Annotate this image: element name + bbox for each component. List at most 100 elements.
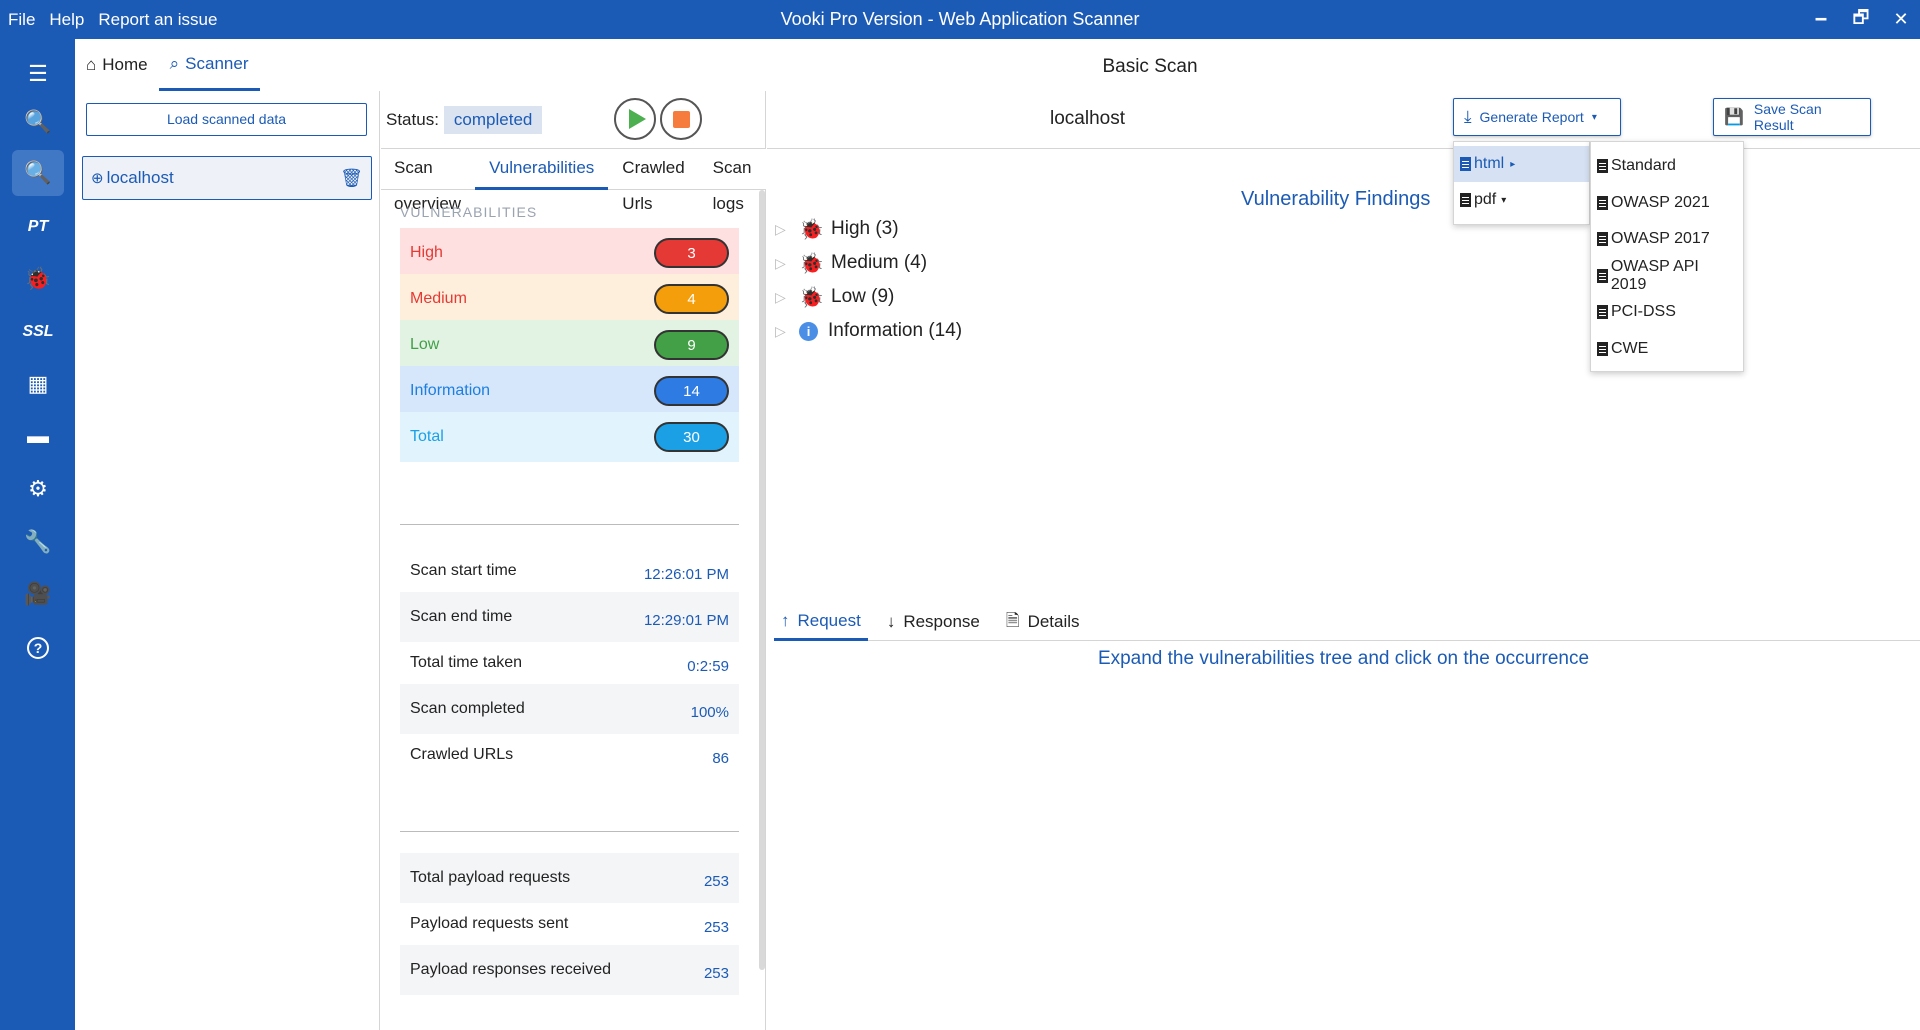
scan-tabs: Scan overview Vulnerabilities Crawled Ur…: [381, 150, 766, 213]
tab-scan-overview[interactable]: Scan overview: [381, 150, 475, 213]
vulnerabilities-header: VULNERABILITIES: [400, 204, 538, 220]
scan-list-panel: Load scanned data ⊕ localhost 🗑: [75, 91, 380, 1030]
format-pdf[interactable]: pdf ▾: [1454, 182, 1589, 218]
play-icon: [628, 109, 646, 129]
caret-down-icon: ▾: [1591, 111, 1597, 123]
report-type-item[interactable]: Standard: [1591, 148, 1743, 185]
divider: [400, 831, 739, 832]
window-title: Vooki Pro Version - Web Application Scan…: [780, 9, 1140, 29]
video-icon[interactable]: 🎥: [12, 571, 64, 617]
severity-count-badge: 9: [654, 330, 729, 360]
stat-row: Total time taken 0:2:59: [400, 638, 739, 688]
report-type-item[interactable]: CWE: [1591, 331, 1743, 368]
payload-value: 253: [703, 872, 729, 890]
file-icon: [1597, 305, 1608, 320]
severity-row-low[interactable]: Low 9: [400, 320, 739, 370]
restore-icon[interactable]: 🗗: [1848, 5, 1874, 35]
bug-icon[interactable]: 🐞: [12, 256, 64, 302]
hint-text: Expand the vulnerabilities tree and clic…: [1097, 648, 1590, 669]
report-type-label: OWASP 2017: [1611, 230, 1710, 248]
play-button[interactable]: [614, 98, 656, 140]
menu-help[interactable]: Help: [49, 10, 84, 30]
menu-report-issue[interactable]: Report an issue: [98, 10, 217, 30]
caret-right-icon: ▸: [1510, 158, 1516, 170]
tree-node-medium[interactable]: ▷ 🐞 Medium (4): [775, 248, 927, 278]
search-icon[interactable]: 🔍: [12, 150, 64, 196]
severity-row-high[interactable]: High 3: [400, 228, 739, 278]
tab-crawled-urls[interactable]: Crawled Urls: [608, 150, 698, 213]
report-type-item[interactable]: OWASP 2017: [1591, 221, 1743, 258]
severity-row-total[interactable]: Total 30: [400, 412, 739, 462]
severity-label: Information: [410, 382, 491, 399]
tree-node-information[interactable]: ▷ i Information (14): [775, 316, 962, 346]
wrench-icon[interactable]: 🔧: [12, 519, 64, 565]
stat-label: Scan completed: [410, 700, 525, 717]
payload-label: Payload requests sent: [410, 915, 569, 932]
format-html-label: html: [1474, 155, 1505, 172]
window-controls: 🗕 🗗 ✕: [1808, 0, 1914, 39]
tree-node-label: High (3): [831, 218, 899, 239]
host-list-item[interactable]: ⊕ localhost 🗑: [82, 156, 372, 200]
report-type-label: Standard: [1611, 157, 1676, 175]
stop-icon: [672, 110, 690, 128]
severity-label: Low: [410, 336, 440, 353]
pt-icon[interactable]: PT: [12, 204, 64, 250]
save-scan-result-label: Save Scan Result: [1753, 101, 1822, 133]
host-label: localhost: [106, 168, 174, 187]
close-icon[interactable]: ✕: [1888, 9, 1914, 30]
generate-report-button[interactable]: ⤓ Generate Report ▾: [1453, 98, 1621, 136]
severity-row-medium[interactable]: Medium 4: [400, 274, 739, 324]
menu-icon[interactable]: ☰: [12, 51, 64, 97]
card-icon[interactable]: ▬: [12, 413, 64, 459]
menu-bar: File Help Report an issue: [0, 10, 217, 30]
tab-response-label: Response: [903, 612, 980, 631]
zoom-search-icon[interactable]: 🔍: [12, 99, 64, 145]
tab-details-label: Details: [1027, 612, 1080, 631]
severity-label: Total: [410, 428, 444, 445]
stat-value: 86: [712, 749, 729, 767]
nav-home[interactable]: ⌂ Home: [75, 39, 159, 91]
save-scan-result-button[interactable]: 💾 Save Scan Result: [1713, 98, 1871, 136]
trash-icon[interactable]: 🗑: [340, 168, 363, 189]
network-icon[interactable]: ▦: [12, 361, 64, 407]
save-icon: 💾: [1724, 109, 1744, 126]
report-type-item[interactable]: OWASP API 2019: [1591, 258, 1743, 295]
tab-scan-logs[interactable]: Scan logs: [699, 150, 766, 213]
payload-value: 253: [703, 918, 729, 936]
findings-title: Vulnerability Findings: [1241, 188, 1431, 210]
stop-button[interactable]: [660, 98, 702, 140]
caret-down-icon: ▾: [1501, 194, 1507, 206]
payload-row: Payload responses received 253: [400, 945, 739, 995]
menu-file[interactable]: File: [8, 10, 35, 30]
report-type-dropdown: Standard OWASP 2021 OWASP 2017 OWASP API 20…: [1590, 141, 1744, 372]
stat-value: 0:2:59: [687, 657, 729, 675]
stat-value: 100%: [690, 703, 729, 721]
minimize-icon[interactable]: 🗕: [1808, 5, 1834, 35]
tab-vulnerabilities[interactable]: Vulnerabilities: [475, 150, 609, 190]
nav-scanner-label: Scanner: [185, 53, 249, 73]
tab-request[interactable]: ↑ Request: [774, 603, 868, 641]
globe-icon: ⊕: [91, 170, 104, 187]
format-html[interactable]: html ▸: [1454, 146, 1589, 182]
gears-icon[interactable]: ⚙: [12, 466, 64, 512]
report-type-item[interactable]: OWASP 2021: [1591, 185, 1743, 222]
load-scanned-data-button[interactable]: Load scanned data: [86, 103, 367, 136]
severity-row-information[interactable]: Information 14: [400, 366, 739, 416]
tab-response[interactable]: ↓ Response: [880, 603, 987, 641]
ssl-icon[interactable]: SSL: [12, 309, 64, 355]
top-nav: ⌂ Home ⌕ Scanner: [75, 39, 380, 91]
severity-label: Medium: [410, 290, 467, 307]
help-icon[interactable]: ?: [12, 625, 64, 671]
tree-node-high[interactable]: ▷ 🐞 High (3): [775, 214, 899, 244]
file-icon: [1460, 157, 1471, 171]
stat-label: Total time taken: [410, 654, 523, 671]
severity-count-badge: 30: [654, 422, 729, 452]
caret-right-icon: ▷: [775, 220, 786, 237]
help-glyph: ?: [27, 637, 49, 659]
scrollbar[interactable]: [759, 190, 765, 970]
tree-node-label: Medium (4): [831, 252, 928, 273]
report-type-item[interactable]: PCI-DSS: [1591, 294, 1743, 331]
tree-node-low[interactable]: ▷ 🐞 Low (9): [775, 282, 894, 312]
nav-scanner[interactable]: ⌕ Scanner: [158, 39, 260, 91]
tab-details[interactable]: 🗎 Details: [999, 603, 1087, 641]
